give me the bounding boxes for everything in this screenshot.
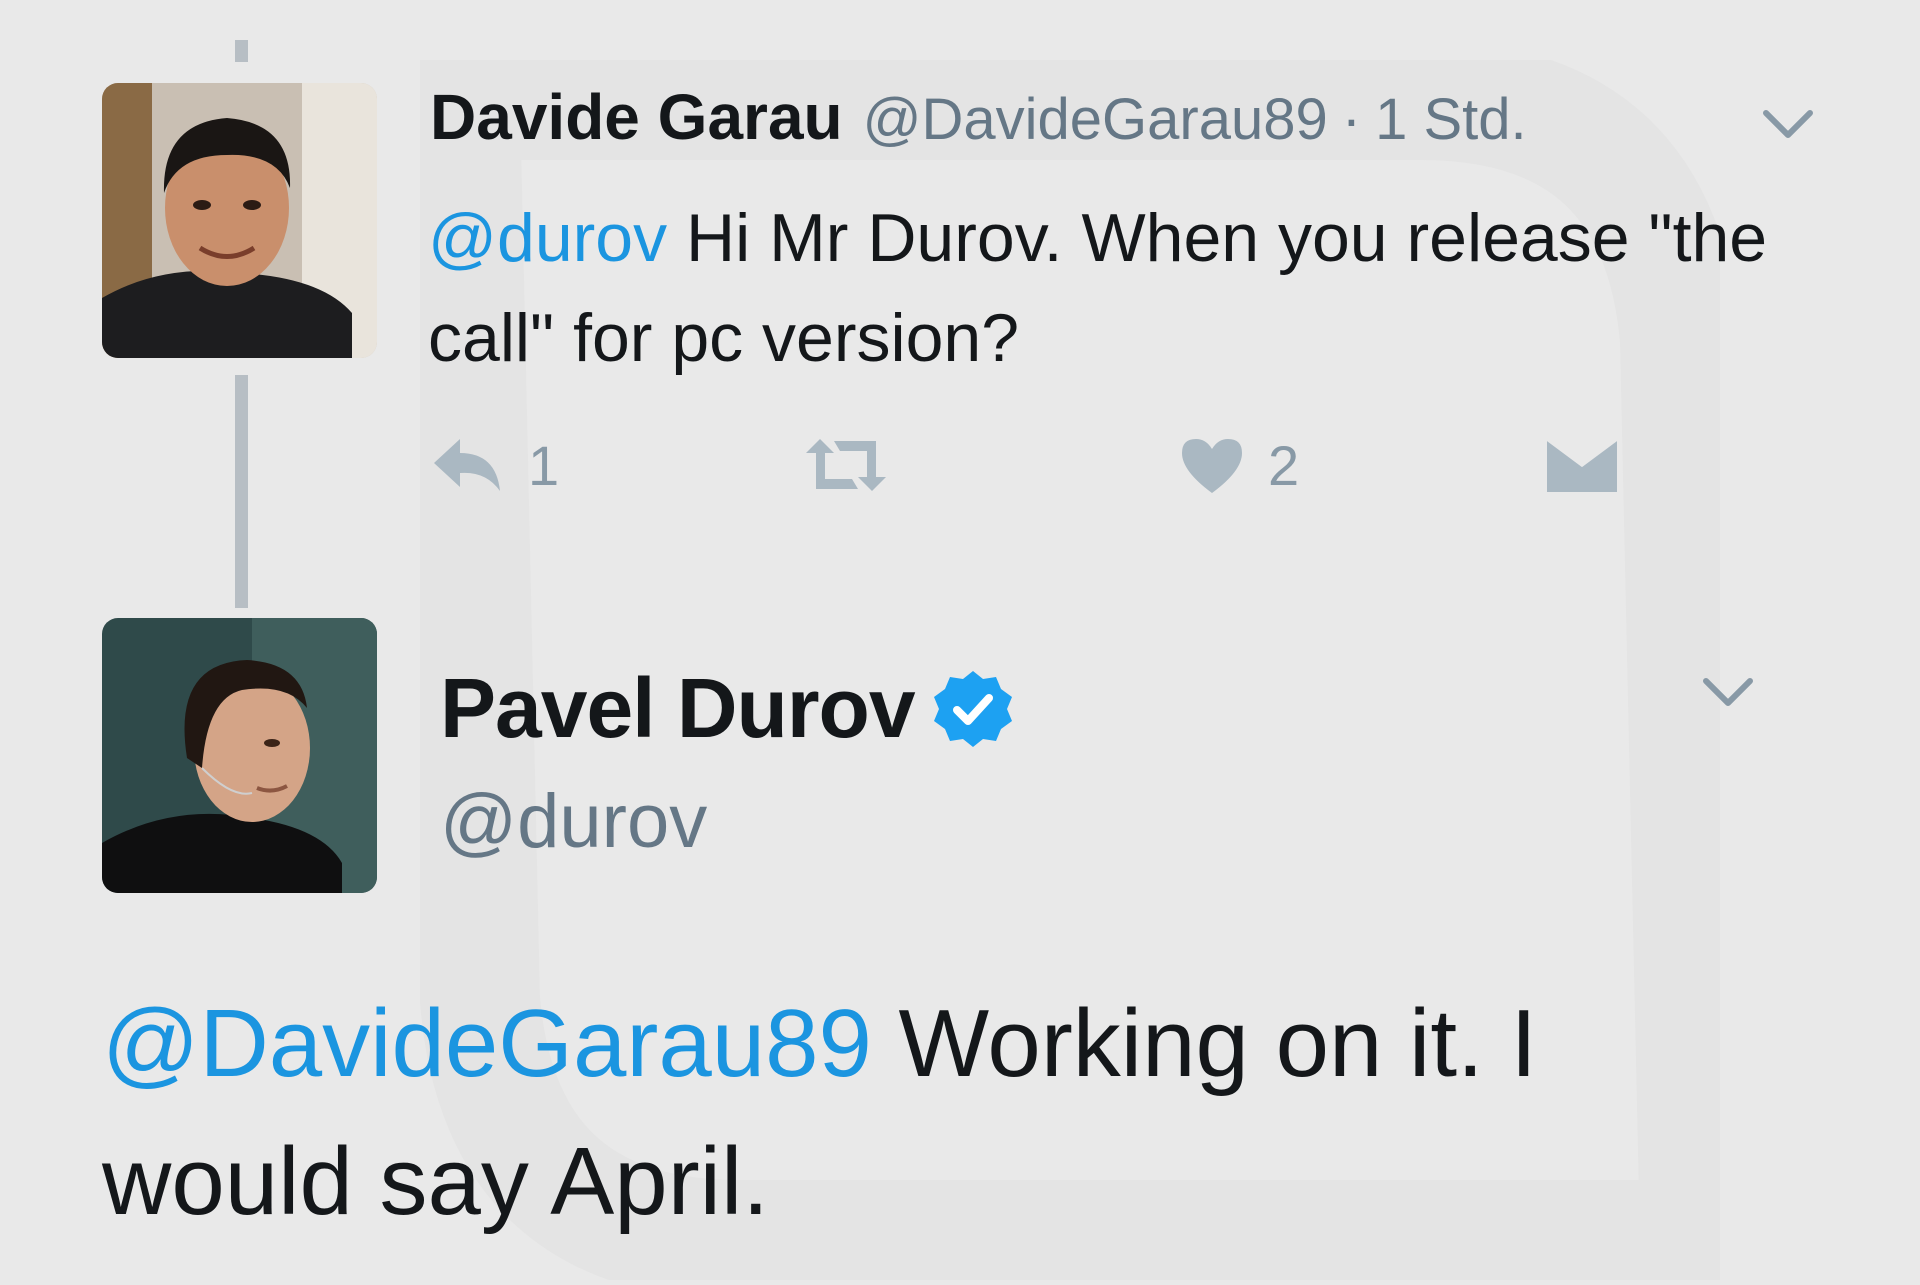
tweet-text: @durov Hi Mr Durov. When you release "th… — [428, 188, 1808, 388]
avatar-pavel-durov[interactable] — [102, 618, 377, 893]
retweet-icon — [806, 439, 886, 491]
separator-dot: · — [1341, 87, 1362, 152]
avatar-davide-garau[interactable] — [102, 83, 377, 358]
chevron-down-icon[interactable] — [1700, 673, 1756, 713]
tweet-actions: 1 2 — [430, 425, 1730, 505]
like-count: 2 — [1268, 433, 1300, 497]
reply-count: 1 — [528, 433, 560, 497]
author-name[interactable]: Pavel Durov — [440, 660, 916, 757]
thread-connector-top — [235, 40, 248, 62]
thread-connector — [235, 375, 248, 608]
mention-link[interactable]: @durov — [428, 200, 667, 276]
reply-icon — [434, 439, 500, 491]
tweet-header: Davide Garau @DavideGarau89 · 1 Std. — [430, 80, 1527, 160]
like-button[interactable]: 2 — [1178, 425, 1299, 505]
direct-message-button[interactable] — [1545, 425, 1619, 505]
reply-button[interactable]: 1 — [430, 425, 559, 505]
retweet-button[interactable] — [800, 425, 914, 505]
user-photo-icon — [102, 83, 377, 358]
tweet-timestamp[interactable]: 1 Std. — [1375, 86, 1527, 153]
user-photo-icon — [102, 618, 377, 893]
verified-badge-icon — [931, 667, 1015, 751]
mention-link[interactable]: @DavideGarau89 — [102, 990, 872, 1097]
chevron-down-icon[interactable] — [1760, 105, 1816, 145]
envelope-icon — [1545, 435, 1619, 492]
author-name[interactable]: Davide Garau — [430, 80, 843, 154]
author-row: Pavel Durov — [440, 660, 1015, 757]
author-handle[interactable]: @DavideGarau89 — [863, 86, 1328, 153]
tweet-text: @DavideGarau89 Working on it. I would sa… — [102, 975, 1802, 1251]
heart-icon — [1182, 439, 1242, 493]
author-handle[interactable]: @durov — [440, 778, 707, 865]
